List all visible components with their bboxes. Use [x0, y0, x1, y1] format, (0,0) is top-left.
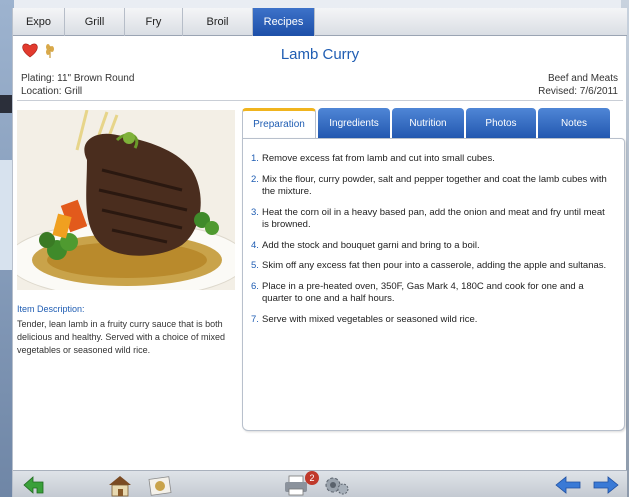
list-item: 4. Add the stock and bouquet garni and br… [251, 240, 614, 253]
station-tabs: Expo Grill Fry Broil Recipes [13, 8, 627, 36]
step-number: 5. [251, 260, 259, 271]
step-text: Skim off any excess fat then pour into a… [262, 260, 607, 271]
recipe-title: Lamb Curry [280, 46, 360, 63]
list-item: 1. Remove excess fat from lamb and cut in… [251, 153, 614, 166]
revised-date: Revised: 7/6/2011 [538, 86, 618, 97]
recipe-photo [17, 110, 235, 290]
print-queue-badge: 2 [305, 471, 319, 485]
list-item: 5. Skim off any excess fat then pour into… [251, 260, 614, 273]
tab-preparation[interactable]: Preparation [242, 108, 316, 138]
bottom-toolbar: 2 [13, 470, 627, 497]
list-item: 2. Mix the flour, curry powder, salt and … [251, 174, 614, 199]
tab-broil[interactable]: Broil [183, 8, 253, 36]
recipe-meta-left: Plating: 11" Brown Round Location: Grill [21, 72, 134, 98]
step-text: Place in a pre-heated oven, 350F, Gas Ma… [262, 280, 584, 305]
step-text: Add the stock and bouquet garni and brin… [262, 239, 480, 251]
left-arrow-icon[interactable] [553, 473, 583, 497]
location-text: Location: Grill [21, 86, 83, 97]
header-divider [17, 100, 623, 101]
return-arrow-icon[interactable] [21, 473, 51, 497]
step-text: Remove excess fat from lamb and cut into… [262, 153, 495, 164]
step-number: 2. [251, 173, 259, 185]
gear-icon[interactable] [321, 473, 351, 497]
step-text: Heat the corn oil in a heavy based pan, … [262, 206, 605, 231]
photo-icon[interactable] [145, 473, 175, 497]
tab-photos[interactable]: Photos [466, 108, 536, 138]
right-arrow-icon[interactable] [591, 473, 621, 497]
tab-ingredients[interactable]: Ingredients [318, 108, 390, 138]
plating-text: Plating: 11" Brown Round [21, 73, 135, 84]
tab-expo[interactable]: Expo [13, 8, 65, 36]
preparation-steps: 1. Remove excess fat from lamb and cut in… [243, 139, 624, 326]
description-heading: Item Description: [17, 304, 85, 314]
preparation-panel: 1. Remove excess fat from lamb and cut in… [242, 138, 625, 431]
tab-recipes[interactable]: Recipes [253, 8, 315, 36]
tab-fry[interactable]: Fry [125, 8, 183, 36]
step-number: 3. [251, 206, 259, 218]
content-tabs: Preparation Ingredients Nutrition Photos… [242, 108, 610, 138]
category-text: Beef and Meats [547, 73, 618, 84]
list-item: 3. Heat the corn oil in a heavy based pan… [251, 207, 614, 232]
house-icon[interactable] [105, 473, 135, 497]
step-number: 1. [251, 153, 259, 164]
list-item: 7. Serve with mixed vegetables or seasone… [251, 314, 614, 327]
list-item: 6. Place in a pre-heated oven, 350F, Gas … [251, 281, 614, 306]
tab-grill[interactable]: Grill [65, 8, 125, 36]
background-window-top [14, 0, 629, 8]
step-text: Mix the flour, curry powder, salt and pe… [262, 173, 607, 198]
recipe-window: Expo Grill Fry Broil Recipes Lamb Curry … [12, 8, 627, 497]
tab-nutrition[interactable]: Nutrition [392, 108, 464, 138]
recipe-meta-right: Beef and Meats Revised: 7/6/2011 [538, 72, 618, 98]
step-text: Serve with mixed vegetables or seasoned … [262, 313, 478, 325]
tab-notes[interactable]: Notes [538, 108, 610, 138]
step-number: 6. [251, 280, 259, 292]
step-number: 7. [251, 313, 259, 325]
description-text: Tender, lean lamb in a fruity curry sauc… [17, 319, 225, 355]
step-number: 4. [251, 239, 259, 251]
